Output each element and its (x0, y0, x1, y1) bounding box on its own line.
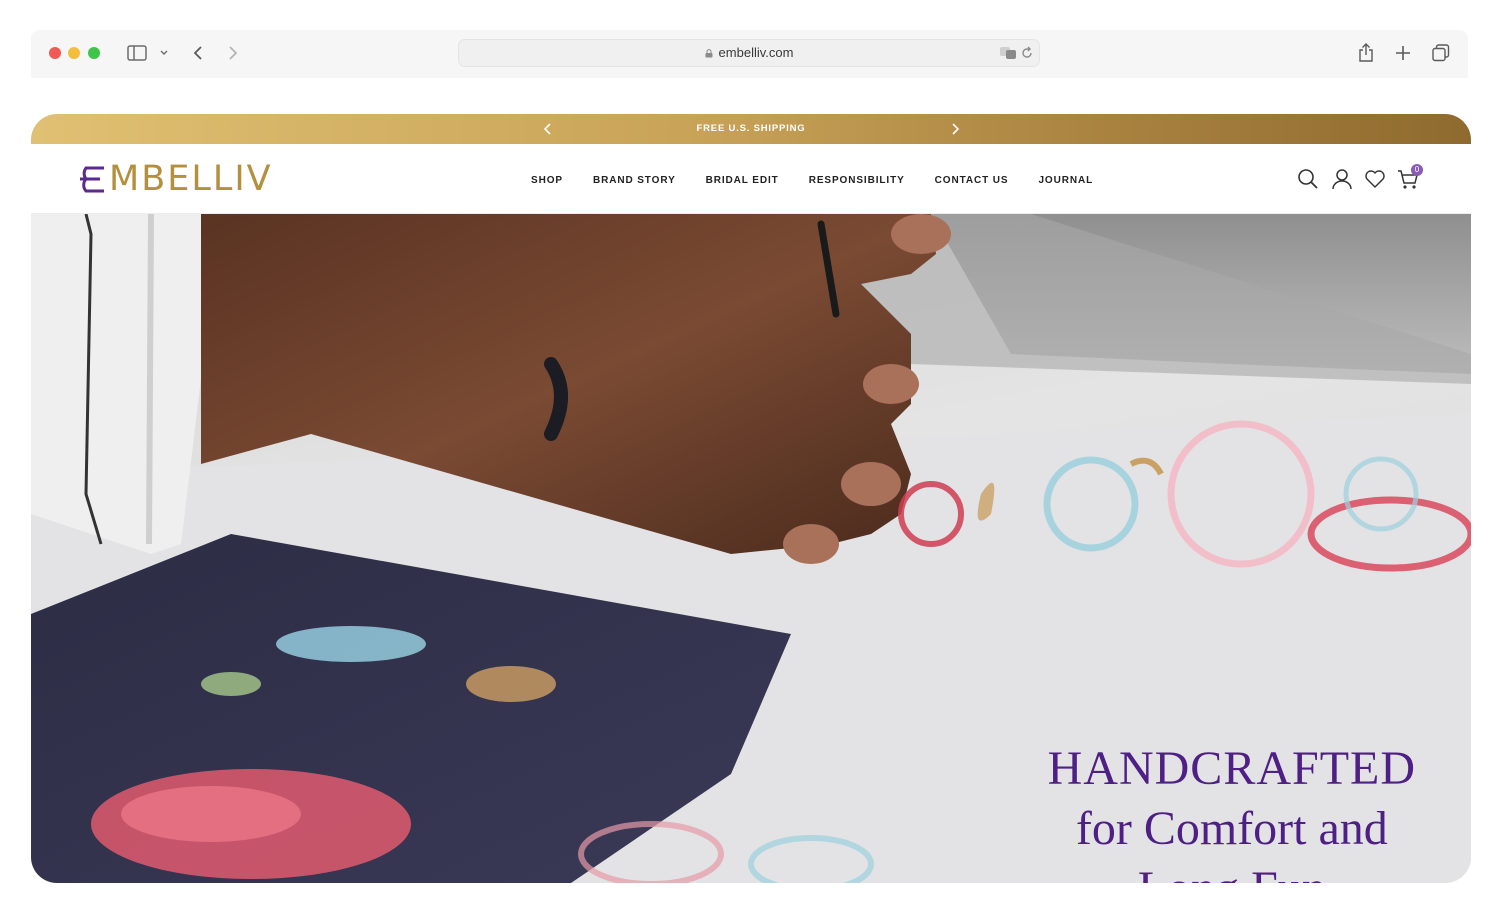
translate-icon[interactable] (999, 45, 1017, 66)
zoom-window-button[interactable] (88, 47, 100, 59)
hero-banner[interactable]: HANDCRAFTED for Comfort and Long Fun (31, 214, 1471, 883)
logo-wordmark: MBELLIV (109, 159, 273, 199)
url-text: embelliv.com (718, 45, 794, 60)
announcement-text: FREE U.S. SHIPPING (696, 123, 806, 134)
address-bar[interactable]: embelliv.com (458, 39, 1040, 67)
hero-heading-line-1: HANDCRAFTED (1047, 742, 1416, 795)
chevron-down-icon[interactable] (157, 40, 171, 66)
site-logo[interactable]: MBELLIV (76, 159, 273, 199)
back-arrow-icon[interactable] (188, 40, 208, 66)
account-icon[interactable] (1331, 168, 1353, 190)
hero-heading-line-2: for Comfort and (1075, 802, 1388, 855)
new-tab-icon[interactable] (1393, 40, 1413, 66)
lock-icon (705, 49, 713, 58)
nav-shop[interactable]: SHOP (531, 175, 563, 186)
nav-bridal-edit[interactable]: BRIDAL EDIT (706, 175, 779, 186)
main-nav: SHOP BRAND STORY BRIDAL EDIT RESPONSIBIL… (531, 175, 1123, 186)
hero-heading-line-3: Long Fun (1048, 859, 1416, 883)
close-window-button[interactable] (49, 47, 61, 59)
forward-arrow-icon[interactable] (223, 40, 243, 66)
wishlist-heart-icon[interactable] (1364, 168, 1386, 190)
sidebar-toggle-icon[interactable] (125, 40, 149, 66)
announcement-bar: FREE U.S. SHIPPING (31, 114, 1471, 144)
cart-count-badge: 0 (1411, 164, 1423, 176)
nav-brand-story[interactable]: BRAND STORY (593, 175, 676, 186)
nav-journal[interactable]: JOURNAL (1038, 175, 1093, 186)
site-header: MBELLIV SHOP BRAND STORY BRIDAL EDIT RES… (31, 144, 1471, 214)
logo-e-mark-icon (80, 166, 104, 193)
hero-heading: HANDCRAFTED for Comfort and Long Fun (1048, 739, 1416, 883)
chevron-right-icon[interactable] (948, 122, 962, 136)
reload-icon[interactable] (1020, 46, 1034, 65)
website-viewport: FREE U.S. SHIPPING MBELLIV SHOP BRAND ST… (31, 114, 1471, 883)
nav-responsibility[interactable]: RESPONSIBILITY (809, 175, 905, 186)
minimize-window-button[interactable] (68, 47, 80, 59)
tab-overview-icon[interactable] (1430, 40, 1452, 66)
search-icon[interactable] (1297, 168, 1319, 190)
nav-contact-us[interactable]: CONTACT US (935, 175, 1009, 186)
share-icon[interactable] (1356, 40, 1376, 66)
